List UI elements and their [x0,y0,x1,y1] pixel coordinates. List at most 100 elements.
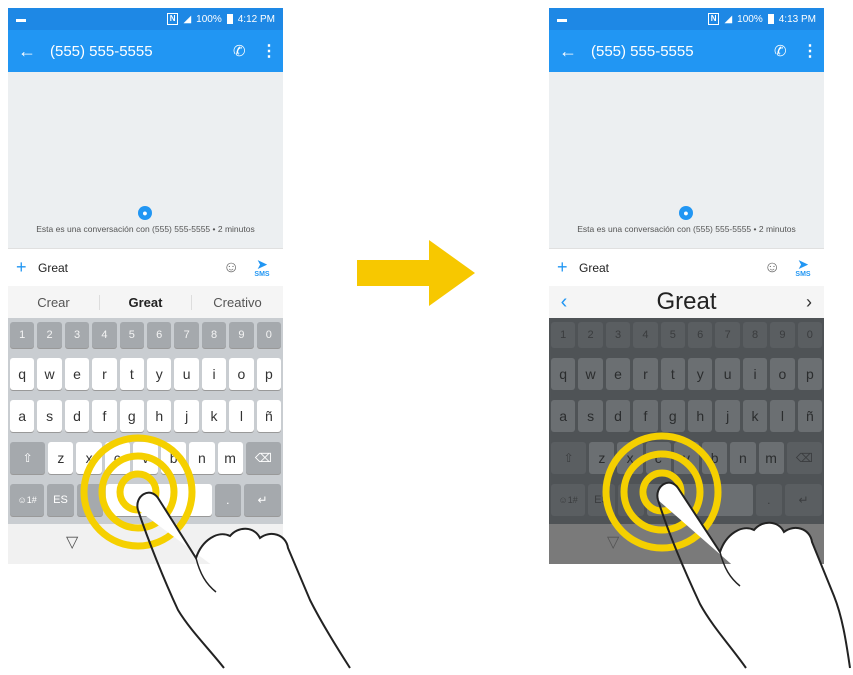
nfc-icon: N [166,13,179,25]
key[interactable]: p [256,358,282,390]
key[interactable]: w [578,358,603,390]
key[interactable]: o [770,358,795,390]
suggestion-item[interactable]: Crear [8,295,99,310]
key[interactable]: 2 [578,322,603,348]
key[interactable]: p [797,358,823,390]
key[interactable]: 8 [742,322,768,348]
emoji-icon[interactable]: ☺ [764,259,790,277]
shift-key-icon[interactable]: ⇧ [10,442,46,474]
symbols-key[interactable]: ☺1# [551,484,586,516]
key[interactable]: r [633,358,658,390]
chevron-left-icon[interactable]: ‹ [549,291,579,314]
key[interactable]: 5 [119,322,145,348]
compose-bar: + Great ☺ ➤ SMS [8,248,283,286]
key[interactable]: h [688,400,713,432]
key[interactable]: m [217,442,243,474]
key[interactable]: q [551,358,576,390]
key[interactable]: 7 [174,322,199,348]
key[interactable]: 1 [551,322,576,348]
key[interactable]: g [660,400,686,432]
key[interactable]: k [742,400,768,432]
suggestion-item[interactable]: Creativo [192,295,283,310]
battery-icon [226,14,233,24]
contact-avatar-icon: ● [138,206,152,220]
back-arrow-icon[interactable]: ← [18,41,50,62]
shift-key-icon[interactable]: ⇧ [551,442,587,474]
key[interactable]: i [742,358,768,390]
status-bar: ▬ N ◢ 100% 4:12 PM [8,8,283,30]
key[interactable]: 0 [797,322,823,348]
key[interactable]: g [119,400,145,432]
chevron-right-icon[interactable]: › [794,292,824,313]
key[interactable]: 6 [688,322,713,348]
app-bar: ← (555) 555-5555 ✆ ⋮ [549,30,824,72]
key[interactable]: 9 [770,322,795,348]
phone-icon[interactable]: ✆ [774,42,802,60]
key[interactable]: 2 [37,322,62,348]
key[interactable]: w [37,358,62,390]
send-button[interactable]: ➤ SMS [249,257,275,278]
symbols-key[interactable]: ☺1# [10,484,45,516]
key[interactable]: 8 [201,322,227,348]
phone-icon[interactable]: ✆ [233,42,261,60]
zoomed-word[interactable]: Great [579,288,794,316]
key[interactable]: 0 [256,322,282,348]
back-arrow-icon[interactable]: ← [559,41,591,62]
key[interactable]: r [92,358,117,390]
key[interactable]: u [715,358,740,390]
key[interactable]: k [201,400,227,432]
key[interactable]: o [229,358,254,390]
battery-percent: 100% [737,13,763,25]
key[interactable]: f [92,400,117,432]
key[interactable]: h [147,400,172,432]
conversation-area: ● Esta es una conversación con (555) 555… [549,72,824,248]
hand-pointer-icon [656,481,851,669]
key[interactable]: e [64,358,90,390]
key[interactable]: 6 [147,322,172,348]
key[interactable]: y [688,358,713,390]
key[interactable]: 3 [64,322,90,348]
key[interactable]: 3 [605,322,631,348]
send-button[interactable]: ➤ SMS [790,257,816,278]
key[interactable]: 4 [633,322,658,348]
nav-back-icon[interactable]: ▽ [66,532,78,552]
backspace-key-icon[interactable]: ⌫ [245,442,281,474]
key[interactable]: ñ [256,400,282,432]
suggestion-item-selected[interactable]: Great [99,294,192,310]
attach-plus-icon[interactable]: + [16,257,38,278]
more-options-icon[interactable]: ⋮ [802,41,818,61]
key[interactable]: i [201,358,227,390]
key[interactable]: u [174,358,199,390]
attach-plus-icon[interactable]: + [557,257,579,278]
key[interactable]: 9 [229,322,254,348]
key[interactable]: a [10,400,35,432]
key[interactable]: d [64,400,90,432]
nfc-icon: N [707,13,720,25]
message-input[interactable]: Great [579,261,764,275]
emoji-icon[interactable]: ☺ [223,259,249,277]
language-key[interactable]: ES [47,484,74,516]
key[interactable]: t [660,358,686,390]
key[interactable]: 7 [715,322,740,348]
suggestion-strip: Crear Great Creativo [8,286,283,318]
key[interactable]: e [605,358,631,390]
key[interactable]: d [605,400,631,432]
key[interactable]: q [10,358,35,390]
key[interactable]: s [37,400,62,432]
more-options-icon[interactable]: ⋮ [261,41,277,61]
key[interactable]: j [174,400,199,432]
key[interactable]: l [770,400,795,432]
message-input[interactable]: Great [38,261,223,275]
key[interactable]: ñ [797,400,823,432]
key[interactable]: j [715,400,740,432]
key[interactable]: z [48,442,74,474]
key[interactable]: 4 [92,322,117,348]
key[interactable]: 5 [660,322,686,348]
key[interactable]: y [147,358,172,390]
key[interactable]: t [119,358,145,390]
key[interactable]: 1 [10,322,35,348]
key[interactable]: f [633,400,658,432]
key[interactable]: a [551,400,576,432]
key[interactable]: l [229,400,254,432]
key[interactable]: s [578,400,603,432]
